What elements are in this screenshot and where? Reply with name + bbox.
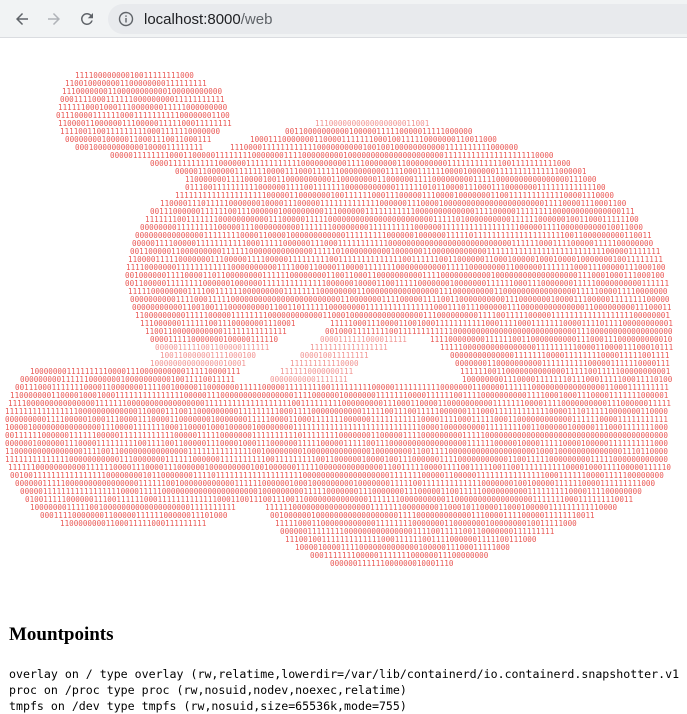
url-path: /web: [240, 10, 273, 28]
mountpoints-list: overlay on / type overlay (rw,relatime,l…: [9, 666, 687, 714]
mount-line: proc on /proc type proc (rw,nosuid,nodev…: [9, 683, 407, 697]
binary-art-row: 000000111111000000010001110: [330, 559, 454, 568]
binary-art-image: 11110000000010011111111000 11001000000011…: [0, 38, 687, 618]
back-button[interactable]: [8, 5, 36, 33]
mount-line: tmpfs on /dev type tmpfs (rw,nosuid,size…: [9, 699, 407, 713]
info-icon[interactable]: [118, 11, 134, 27]
mountpoints-heading: Mountpoints: [9, 624, 114, 645]
forward-button[interactable]: [40, 5, 68, 33]
mount-line: overlay on / type overlay (rw,relatime,l…: [9, 667, 680, 681]
url-host: localhost:8000: [144, 10, 241, 28]
address-bar[interactable]: localhost:8000/web: [108, 4, 687, 34]
browser-toolbar: localhost:8000/web: [0, 0, 687, 38]
reload-button[interactable]: [73, 5, 101, 33]
forward-arrow-icon: [48, 13, 60, 25]
binary-art-svg: 1111000000001001111111100011001000000011…: [5, 71, 674, 568]
url-text: localhost:8000/web: [144, 11, 272, 28]
binary-art-row: 11000000001100011111000111111111: [60, 519, 207, 528]
reload-icon: [80, 12, 93, 25]
back-arrow-icon: [16, 13, 28, 25]
